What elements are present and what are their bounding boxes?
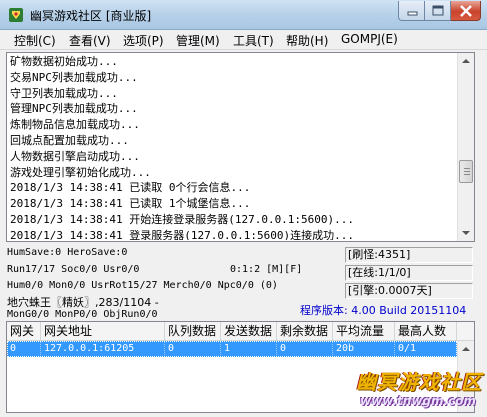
menu-gompj[interactable]: GOMPJ(E): [341, 32, 398, 46]
minimize-button[interactable]: [398, 1, 425, 21]
close-icon: [460, 5, 472, 17]
title-bar[interactable]: 幽冥游戏社区 [商业版]: [0, 0, 487, 30]
refresh-monster-counter: [刷怪:4351]: [345, 247, 473, 263]
column-header[interactable]: 最高人数: [395, 322, 457, 341]
program-version: 程序版本: 4.00 Build 20151104: [300, 304, 467, 317]
maximize-button[interactable]: [425, 1, 451, 21]
app-window: 幽冥游戏社区 [商业版] 控制(C) 查看(V) 选项(P) 管理(M) 工具(…: [0, 0, 487, 417]
engine-uptime: [引擎:0.0007天]: [345, 283, 473, 299]
log-line: 人物数据引擎启动成功...: [10, 149, 140, 163]
log-line: 交易NPC列表加载成功...: [10, 70, 138, 84]
site-watermark: 幽冥游戏社区 www.tnwgm.com: [356, 366, 484, 414]
log-scrollbar[interactable]: [457, 53, 474, 241]
scroll-up-icon[interactable]: [458, 341, 474, 358]
log-line: 矿物数据初始成功...: [10, 55, 118, 68]
hum-status: Hum0/0 Mon0/0 UsrRot15/27 Merch0/0 Npc0/…: [7, 280, 278, 291]
column-header[interactable]: 发送数据: [221, 322, 277, 341]
table-row[interactable]: 0 127.0.0.1:61205 0 1 0 20b 0/1: [7, 341, 457, 357]
log-line: 回城点配置加载成功...: [10, 133, 129, 147]
menu-control[interactable]: 控制(C): [14, 32, 56, 49]
log-line: 2018/1/3 14:38:41 已读取 0个行会信息...: [10, 181, 251, 195]
table-header: 网关 网关地址 队列数据 发送数据 剩余数据 平均流量 最高人数: [7, 322, 474, 341]
log-line: 2018/1/3 14:38:41 登录服务器(127.0.0.1:5600)连…: [10, 228, 355, 240]
log-line: 守卫列表加载成功...: [10, 86, 118, 100]
menu-tools[interactable]: 工具(T): [233, 32, 274, 49]
map-status: 地穴蛛王〖精妖〗,283/1104 -: [7, 296, 159, 309]
maximize-icon: [432, 5, 444, 16]
log-line: 2018/1/3 14:38:41 开始连接登录服务器(127.0.0.1:56…: [10, 212, 355, 226]
log-line: 管理NPC列表加载成功...: [10, 102, 138, 116]
column-header[interactable]: 队列数据: [165, 322, 221, 341]
scroll-up-icon[interactable]: [458, 53, 474, 70]
menu-options[interactable]: 选项(P): [123, 32, 164, 49]
watermark-title: 幽冥游戏社区: [356, 370, 482, 394]
mong-status: MonG0/0 MonP0/0 ObjRun0/0: [7, 309, 158, 320]
clock-status: 0:1:2 [M][F]: [230, 264, 303, 275]
column-header[interactable]: 网关: [7, 322, 41, 341]
log-line: 2018/1/3 14:38:41 已读取 1个城堡信息...: [10, 197, 251, 211]
row-focus-rect: [7, 341, 457, 357]
log-lines: 矿物数据初始成功... 交易NPC列表加载成功... 守卫列表加载成功... 管…: [10, 54, 454, 240]
menu-help[interactable]: 帮助(H): [286, 32, 328, 49]
close-button[interactable]: [451, 1, 481, 21]
app-icon: [9, 8, 23, 22]
log-textarea[interactable]: 矿物数据初始成功... 交易NPC列表加载成功... 守卫列表加载成功... 管…: [6, 52, 475, 242]
log-line: 游戏处理引擎初始化成功...: [10, 165, 151, 179]
column-header[interactable]: 平均流量: [333, 322, 395, 341]
online-counter: [在线:1/1/0]: [345, 265, 473, 281]
watermark-url: www.tnwgm.com: [360, 394, 476, 408]
minimize-icon: [407, 11, 418, 16]
run-status: Run17/17 Soc0/0 Usr0/0: [7, 264, 140, 275]
menu-manage[interactable]: 管理(M): [176, 32, 220, 49]
column-header[interactable]: 网关地址: [41, 322, 165, 341]
window-title: 幽冥游戏社区 [商业版]: [30, 9, 152, 23]
scroll-down-icon[interactable]: [458, 224, 474, 241]
column-header[interactable]: 剩余数据: [277, 322, 333, 341]
menu-view[interactable]: 查看(V): [69, 32, 111, 49]
log-line: 炼制物品信息加载成功...: [10, 118, 140, 132]
humsave-status: HumSave:0 HeroSave:0: [7, 247, 128, 258]
menu-bar: 控制(C) 查看(V) 选项(P) 管理(M) 工具(T) 帮助(H) GOMP…: [0, 30, 487, 50]
scroll-thumb[interactable]: [459, 160, 473, 183]
